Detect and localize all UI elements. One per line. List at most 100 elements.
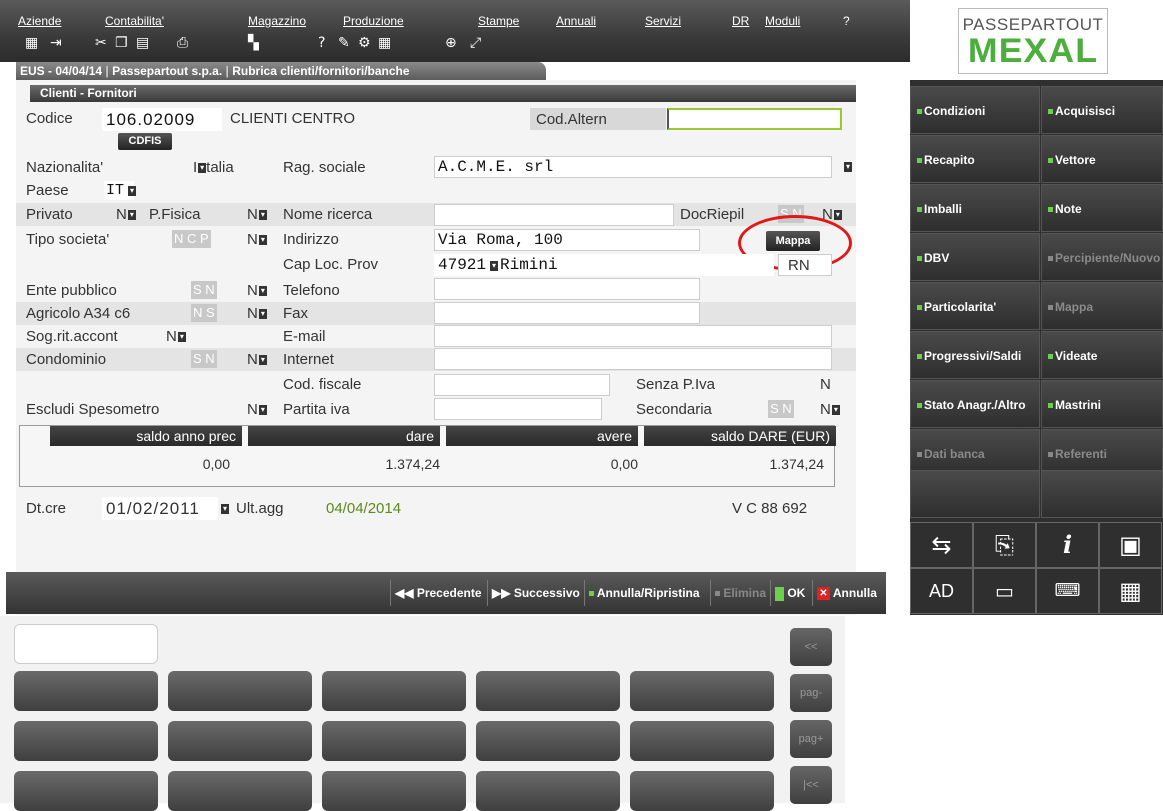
calc-icon[interactable]: ✎ xyxy=(338,35,350,51)
annulla-button[interactable]: ✕ Annulla xyxy=(812,580,881,606)
calendar-icon[interactable]: ▦ xyxy=(378,35,391,51)
sidebar-videate[interactable]: Videate xyxy=(1041,331,1163,379)
chevron-down-icon[interactable]: ▾ xyxy=(258,210,267,221)
sidebar-stato-anagr[interactable]: Stato Anagr./Altro xyxy=(910,380,1040,428)
keyboard-key[interactable] xyxy=(476,721,620,761)
keyboard-nav-home[interactable]: |<< xyxy=(790,766,832,804)
menu-annuali[interactable]: Annuali xyxy=(556,14,596,28)
chevron-down-icon[interactable]: ▾ xyxy=(833,210,842,221)
sidebar-percipiente[interactable]: Percipiente/Nuovo xyxy=(1041,233,1163,281)
keyboard-key[interactable] xyxy=(14,721,158,761)
chevron-down-icon[interactable]: ▾ xyxy=(177,332,186,343)
keyboard-key[interactable] xyxy=(168,671,312,711)
keyboard-key[interactable] xyxy=(630,771,774,811)
chevron-down-icon[interactable]: ▾ xyxy=(198,163,207,174)
menu-servizi[interactable]: Servizi xyxy=(645,14,681,28)
chevron-down-icon[interactable]: ▾ xyxy=(258,286,267,297)
ente-pubblico-value[interactable]: N ▾ xyxy=(247,282,267,299)
sidebar-note[interactable]: Note xyxy=(1041,184,1163,232)
paste-icon[interactable]: ▤ xyxy=(136,35,149,51)
chevron-down-icon[interactable]: ▾ xyxy=(128,186,136,196)
nazionalita-value[interactable]: I ▾ talia xyxy=(193,159,234,176)
ok-button[interactable]: OK xyxy=(770,580,809,606)
ad-icon[interactable]: AD xyxy=(910,568,973,614)
sidebar-imballi[interactable]: Imballi xyxy=(910,184,1040,232)
scissors-icon[interactable]: ✂ xyxy=(95,35,107,51)
precedente-button[interactable]: ◀◀ Precedente xyxy=(390,580,486,606)
sidebar-dbv[interactable]: DBV xyxy=(910,233,1040,281)
play-icon[interactable]: ▣ xyxy=(1099,522,1162,568)
condominio-value[interactable]: N ▾ xyxy=(247,351,267,368)
keyboard-key[interactable] xyxy=(14,671,158,711)
cod-altern-input[interactable] xyxy=(667,108,842,130)
sidebar-progressivi[interactable]: Progressivi/Saldi xyxy=(910,331,1040,379)
keyboard-key[interactable] xyxy=(630,721,774,761)
cod-fiscale-input[interactable] xyxy=(434,374,610,396)
pfisica-value[interactable]: N ▾ xyxy=(247,206,267,223)
tipo-societa-options[interactable]: N C P xyxy=(172,230,211,248)
keyboard-nav-pgdn[interactable]: pag+ xyxy=(790,720,832,758)
print-icon[interactable]: ⎙ xyxy=(177,35,188,51)
keyboard-nav-pgup[interactable]: pag- xyxy=(790,674,832,712)
escludi-value[interactable]: N ▾ xyxy=(247,401,267,418)
chevron-down-icon[interactable]: ▾ xyxy=(258,235,267,246)
chevron-down-icon[interactable]: ▾ xyxy=(258,309,267,320)
help-icon[interactable]: ? xyxy=(318,35,325,51)
chevron-down-icon[interactable]: ▾ xyxy=(831,405,840,416)
ente-pubblico-options[interactable]: S N xyxy=(191,281,217,299)
keyboard-key[interactable] xyxy=(476,771,620,811)
chevron-down-icon[interactable]: ▾ xyxy=(221,504,229,514)
sync-icon[interactable]: ⇆ xyxy=(910,522,973,568)
sidebar-acquisisci[interactable]: Acquisisci xyxy=(1041,86,1163,134)
cdfis-button[interactable]: CDFIS xyxy=(118,133,172,150)
sidebar-condizioni[interactable]: Condizioni xyxy=(910,86,1040,134)
internet-input[interactable] xyxy=(434,348,832,370)
sidebar-mastrini[interactable]: Mastrini xyxy=(1041,380,1163,428)
menu-help[interactable]: ? xyxy=(843,14,850,28)
chevron-down-icon[interactable]: ▾ xyxy=(844,162,852,172)
sog-rit-value[interactable]: N ▾ xyxy=(166,328,186,345)
senza-piva-value[interactable]: N xyxy=(820,376,831,393)
annulla-ripristina-button[interactable]: Annulla/Ripristina xyxy=(584,580,704,606)
successivo-button[interactable]: ▶▶ Successivo xyxy=(487,580,584,606)
grid-icon[interactable]: ▦ xyxy=(25,35,38,51)
chevron-down-icon[interactable]: ▾ xyxy=(490,261,498,271)
agricolo-value[interactable]: N ▾ xyxy=(247,305,267,322)
keyboard-key[interactable] xyxy=(168,721,312,761)
keyboard-key[interactable] xyxy=(322,721,466,761)
keyboard-key[interactable] xyxy=(476,671,620,711)
menu-aziende[interactable]: Aziende xyxy=(18,14,61,28)
sidebar-vettore[interactable]: Vettore xyxy=(1041,135,1163,183)
email-input[interactable] xyxy=(434,325,832,347)
fullscreen-icon[interactable]: ⊕ xyxy=(445,35,457,51)
sidebar-mappa[interactable]: Mappa xyxy=(1041,282,1163,330)
telefono-input[interactable] xyxy=(434,278,700,300)
keyboard-icon[interactable]: ⌨ xyxy=(1036,568,1099,614)
tipo-societa-value[interactable]: N ▾ xyxy=(247,231,267,248)
chevron-down-icon[interactable]: ▾ xyxy=(258,355,267,366)
keyboard-nav-first[interactable]: << xyxy=(790,628,832,666)
apps-icon[interactable]: ▦ xyxy=(1099,568,1162,614)
keyboard-key[interactable] xyxy=(322,771,466,811)
fax-input[interactable] xyxy=(434,302,700,324)
secondaria-options[interactable]: S N xyxy=(768,400,794,418)
chevron-down-icon[interactable]: ▾ xyxy=(258,405,267,416)
key-input[interactable] xyxy=(14,624,158,664)
menu-produzione[interactable]: Produzione xyxy=(343,14,404,28)
keyboard-key[interactable] xyxy=(14,771,158,811)
notes-icon[interactable]: ▚ xyxy=(248,35,259,51)
sidebar-particolarita[interactable]: Particolarita' xyxy=(910,282,1040,330)
exit-icon[interactable]: ⇥ xyxy=(50,35,62,51)
keyboard-key[interactable] xyxy=(322,671,466,711)
expand-icon[interactable]: ⤢ xyxy=(470,35,481,51)
copy-icon[interactable]: ❐ xyxy=(115,35,128,51)
info-icon[interactable]: i xyxy=(1036,522,1099,568)
menu-magazzino[interactable]: Magazzino xyxy=(248,14,306,28)
chevron-down-icon[interactable]: ▾ xyxy=(127,210,136,221)
menu-contabilita[interactable]: Contabilita' xyxy=(105,14,164,28)
agricolo-options[interactable]: N S xyxy=(191,304,217,322)
menu-stampe[interactable]: Stampe xyxy=(478,14,519,28)
sidebar-recapito[interactable]: Recapito xyxy=(910,135,1040,183)
search-doc-icon[interactable]: ⎘ xyxy=(973,522,1036,568)
nome-ricerca-input[interactable] xyxy=(434,204,674,226)
